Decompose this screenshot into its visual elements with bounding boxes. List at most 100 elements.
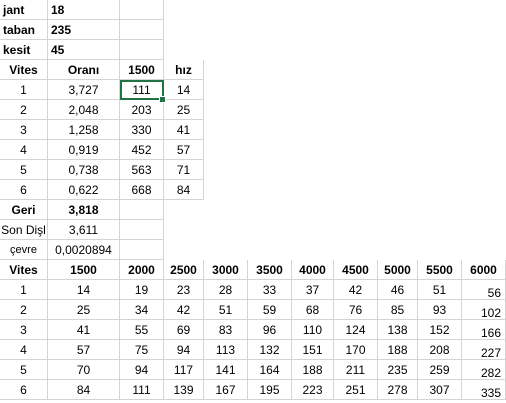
speed-row-3-5500[interactable]: 152 bbox=[418, 320, 462, 340]
speed-row-5-4000[interactable]: 188 bbox=[292, 360, 334, 380]
speed-row-4-2500[interactable]: 94 bbox=[164, 340, 204, 360]
speed-row-5-5000[interactable]: 235 bbox=[378, 360, 418, 380]
gear-row-1-rpm[interactable]: 111 bbox=[120, 80, 164, 100]
fill-handle[interactable] bbox=[159, 96, 166, 103]
speed-row-1-6000[interactable]: 56 bbox=[462, 280, 506, 300]
param-label-kesit[interactable]: kesit bbox=[0, 40, 48, 60]
gear-row-2-ratio[interactable]: 2,048 bbox=[48, 100, 120, 120]
speed-row-1-3000[interactable]: 28 bbox=[204, 280, 248, 300]
speed-row-2-5500[interactable]: 93 bbox=[418, 300, 462, 320]
gear-row-3-gear[interactable]: 3 bbox=[0, 120, 48, 140]
param-label-jant[interactable]: jant bbox=[0, 0, 48, 20]
gear-row-2-gear[interactable]: 2 bbox=[0, 100, 48, 120]
param-value-kesit[interactable]: 45 bbox=[48, 40, 120, 60]
speed-row-6-gear[interactable]: 6 bbox=[0, 380, 48, 400]
speed-row-4-4500[interactable]: 170 bbox=[334, 340, 378, 360]
speed-row-2-gear[interactable]: 2 bbox=[0, 300, 48, 320]
speed-row-5-2000[interactable]: 94 bbox=[120, 360, 164, 380]
speed-row-6-4500[interactable]: 251 bbox=[334, 380, 378, 400]
speed-row-3-5000[interactable]: 138 bbox=[378, 320, 418, 340]
speed-row-6-3000[interactable]: 167 bbox=[204, 380, 248, 400]
gear-row-1-gear[interactable]: 1 bbox=[0, 80, 48, 100]
speed-row-3-gear[interactable]: 3 bbox=[0, 320, 48, 340]
gear-row-6-gear[interactable]: 6 bbox=[0, 180, 48, 200]
speed-row-1-5000[interactable]: 46 bbox=[378, 280, 418, 300]
speed-row-1-4500[interactable]: 42 bbox=[334, 280, 378, 300]
cell-empty[interactable] bbox=[120, 40, 164, 60]
speed-row-1-3500[interactable]: 33 bbox=[248, 280, 292, 300]
speed-header-1500[interactable]: 1500 bbox=[48, 260, 120, 280]
gear-row-3-ratio[interactable]: 1,258 bbox=[48, 120, 120, 140]
son-disli-label[interactable]: Son Dişl bbox=[0, 220, 48, 240]
cell-empty[interactable] bbox=[120, 20, 164, 40]
speed-row-2-3500[interactable]: 59 bbox=[248, 300, 292, 320]
speed-row-6-5000[interactable]: 278 bbox=[378, 380, 418, 400]
gear-row-2-speed[interactable]: 25 bbox=[164, 100, 204, 120]
speed-row-4-5000[interactable]: 188 bbox=[378, 340, 418, 360]
speed-row-5-4500[interactable]: 211 bbox=[334, 360, 378, 380]
speed-row-5-3500[interactable]: 164 bbox=[248, 360, 292, 380]
speed-row-1-gear[interactable]: 1 bbox=[0, 280, 48, 300]
gear-row-5-rpm[interactable]: 563 bbox=[120, 160, 164, 180]
son-disli-value[interactable]: 3,611 bbox=[48, 220, 120, 240]
speed-header-3500[interactable]: 3500 bbox=[248, 260, 292, 280]
speed-row-4-6000[interactable]: 227 bbox=[462, 340, 506, 360]
cell-empty[interactable] bbox=[120, 240, 164, 260]
speed-row-6-2000[interactable]: 111 bbox=[120, 380, 164, 400]
speed-row-6-3500[interactable]: 195 bbox=[248, 380, 292, 400]
speed-row-5-1500[interactable]: 70 bbox=[48, 360, 120, 380]
gear-header-hiz[interactable]: hız bbox=[164, 60, 204, 80]
speed-row-5-2500[interactable]: 117 bbox=[164, 360, 204, 380]
gear-row-3-speed[interactable]: 41 bbox=[164, 120, 204, 140]
cevre-value[interactable]: 0,0020894 bbox=[48, 240, 120, 260]
gear-row-4-gear[interactable]: 4 bbox=[0, 140, 48, 160]
speed-row-4-3500[interactable]: 132 bbox=[248, 340, 292, 360]
speed-row-4-1500[interactable]: 57 bbox=[48, 340, 120, 360]
gear-row-4-speed[interactable]: 57 bbox=[164, 140, 204, 160]
speed-row-4-5500[interactable]: 208 bbox=[418, 340, 462, 360]
speed-row-3-2500[interactable]: 69 bbox=[164, 320, 204, 340]
speed-header-vites[interactable]: Vites bbox=[0, 260, 48, 280]
speed-row-2-3000[interactable]: 51 bbox=[204, 300, 248, 320]
speed-row-1-2000[interactable]: 19 bbox=[120, 280, 164, 300]
gear-header-vites[interactable]: Vites bbox=[0, 60, 48, 80]
param-value-jant[interactable]: 18 bbox=[48, 0, 120, 20]
gear-row-6-speed[interactable]: 84 bbox=[164, 180, 204, 200]
speed-row-1-1500[interactable]: 14 bbox=[48, 280, 120, 300]
speed-row-6-6000[interactable]: 335 bbox=[462, 380, 506, 400]
gear-row-5-speed[interactable]: 71 bbox=[164, 160, 204, 180]
speed-row-3-6000[interactable]: 166 bbox=[462, 320, 506, 340]
geri-value[interactable]: 3,818 bbox=[48, 200, 120, 220]
speed-row-3-4500[interactable]: 124 bbox=[334, 320, 378, 340]
geri-label[interactable]: Geri bbox=[0, 200, 48, 220]
gear-header-orani[interactable]: Oranı bbox=[48, 60, 120, 80]
speed-row-5-5500[interactable]: 259 bbox=[418, 360, 462, 380]
speed-row-3-3500[interactable]: 96 bbox=[248, 320, 292, 340]
gear-row-5-gear[interactable]: 5 bbox=[0, 160, 48, 180]
speed-row-2-2000[interactable]: 34 bbox=[120, 300, 164, 320]
speed-row-6-1500[interactable]: 84 bbox=[48, 380, 120, 400]
speed-row-4-3000[interactable]: 113 bbox=[204, 340, 248, 360]
speed-row-2-5000[interactable]: 85 bbox=[378, 300, 418, 320]
gear-row-5-ratio[interactable]: 0,738 bbox=[48, 160, 120, 180]
speed-header-4500[interactable]: 4500 bbox=[334, 260, 378, 280]
speed-row-3-2000[interactable]: 55 bbox=[120, 320, 164, 340]
gear-row-4-ratio[interactable]: 0,919 bbox=[48, 140, 120, 160]
gear-row-4-rpm[interactable]: 452 bbox=[120, 140, 164, 160]
speed-row-2-4500[interactable]: 76 bbox=[334, 300, 378, 320]
speed-header-6000[interactable]: 6000 bbox=[462, 260, 506, 280]
speed-row-3-3000[interactable]: 83 bbox=[204, 320, 248, 340]
speed-row-5-6000[interactable]: 282 bbox=[462, 360, 506, 380]
speed-row-2-1500[interactable]: 25 bbox=[48, 300, 120, 320]
speed-row-4-2000[interactable]: 75 bbox=[120, 340, 164, 360]
speed-row-2-4000[interactable]: 68 bbox=[292, 300, 334, 320]
cell-empty[interactable] bbox=[120, 200, 164, 220]
speed-header-3000[interactable]: 3000 bbox=[204, 260, 248, 280]
speed-row-1-4000[interactable]: 37 bbox=[292, 280, 334, 300]
gear-header-rpm[interactable]: 1500 bbox=[120, 60, 164, 80]
speed-header-2500[interactable]: 2500 bbox=[164, 260, 204, 280]
speed-row-1-5500[interactable]: 51 bbox=[418, 280, 462, 300]
speed-header-5500[interactable]: 5500 bbox=[418, 260, 462, 280]
speed-row-3-4000[interactable]: 110 bbox=[292, 320, 334, 340]
gear-row-6-rpm[interactable]: 668 bbox=[120, 180, 164, 200]
